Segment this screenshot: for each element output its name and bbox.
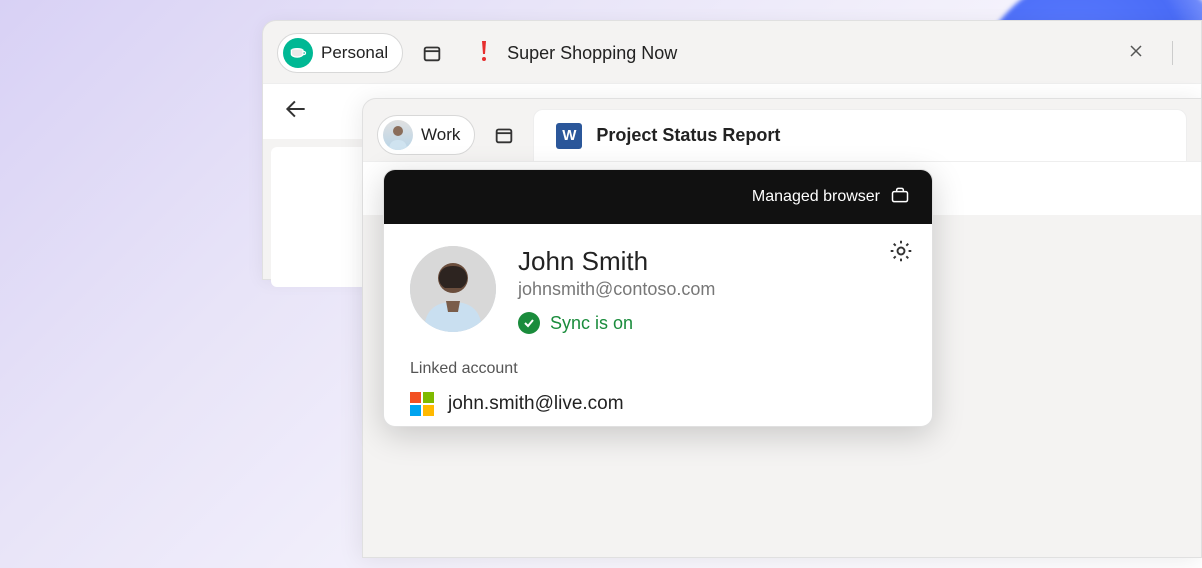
profile-info: John Smith johnsmith@contoso.com Sync is…	[518, 246, 715, 334]
warning-icon	[475, 39, 493, 68]
tab-actions-icon[interactable]	[421, 42, 443, 64]
linked-account[interactable]: john.smith@live.com	[410, 392, 906, 416]
profile-label: Work	[421, 125, 460, 145]
profile-label: Personal	[321, 43, 388, 63]
word-document-icon: W	[556, 123, 582, 149]
browser-tab-active[interactable]: W Project Status Report	[533, 109, 1187, 161]
check-circle-icon	[518, 312, 540, 334]
managed-browser-label: Managed browser	[752, 188, 880, 206]
user-email: johnsmith@contoso.com	[518, 279, 715, 300]
linked-account-label: Linked account	[410, 360, 906, 378]
back-button[interactable]	[283, 96, 309, 127]
browser-tab[interactable]: Super Shopping Now	[461, 39, 1187, 68]
microsoft-logo-icon	[410, 392, 434, 416]
coffee-cup-icon	[283, 38, 313, 68]
tab-divider	[1172, 41, 1173, 65]
profile-flyout: Managed browser	[383, 169, 933, 427]
flyout-body: John Smith johnsmith@contoso.com Sync is…	[384, 224, 932, 426]
browser-window-work: Work W Project Status Report Managed bro…	[362, 98, 1202, 558]
tab-bar: Work W Project Status Report	[363, 99, 1201, 161]
sync-status[interactable]: Sync is on	[518, 312, 715, 334]
linked-account-email: john.smith@live.com	[448, 393, 624, 415]
user-avatar-icon	[383, 120, 413, 150]
sync-status-text: Sync is on	[550, 313, 633, 334]
settings-button[interactable]	[888, 238, 914, 269]
briefcase-icon	[890, 185, 910, 210]
tab-title: Super Shopping Now	[507, 43, 677, 64]
profile-summary: John Smith johnsmith@contoso.com Sync is…	[410, 246, 906, 334]
user-name: John Smith	[518, 246, 715, 277]
flyout-header: Managed browser	[384, 170, 932, 224]
profile-switcher-work[interactable]: Work	[377, 115, 475, 155]
tab-actions-icon[interactable]	[493, 124, 515, 146]
user-avatar[interactable]	[410, 246, 496, 332]
close-tab-button[interactable]	[1122, 41, 1150, 66]
profile-switcher-personal[interactable]: Personal	[277, 33, 403, 73]
tab-bar: Personal Super Shopping Now	[263, 21, 1201, 83]
tab-title: Project Status Report	[596, 125, 780, 146]
